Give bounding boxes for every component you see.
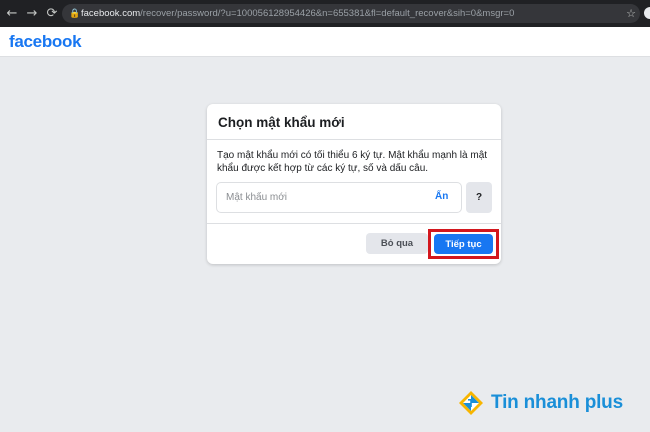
browser-toolbar: ← → ⟳ 🔒 facebook.com/recover/password/?u… bbox=[0, 0, 650, 27]
dialog-footer: Bỏ qua Tiếp tục bbox=[207, 223, 501, 264]
help-button[interactable]: ? bbox=[466, 182, 492, 213]
facebook-header: facebook bbox=[0, 27, 650, 57]
profile-avatar-icon[interactable] bbox=[644, 7, 650, 19]
url-path: /recover/password/?u=100056128954426&n=6… bbox=[140, 8, 515, 19]
continue-button[interactable]: Tiếp tục bbox=[434, 234, 493, 254]
new-password-input[interactable] bbox=[216, 182, 462, 213]
watermark-logo-icon bbox=[459, 391, 483, 415]
highlight-box: Tiếp tục bbox=[428, 229, 499, 259]
watermark: Tin nhanh plus bbox=[457, 388, 623, 418]
reload-icon[interactable]: ⟳ bbox=[42, 0, 62, 27]
forward-arrow-icon[interactable]: → bbox=[22, 0, 42, 27]
url-text[interactable]: facebook.com/recover/password/?u=1000561… bbox=[81, 8, 622, 19]
hide-password-toggle[interactable]: Ẩn bbox=[435, 191, 448, 202]
bookmark-star-icon[interactable]: ☆ bbox=[622, 7, 640, 20]
skip-button[interactable]: Bỏ qua bbox=[366, 233, 428, 254]
new-password-dialog: Chọn mật khẩu mới Tạo mật khẩu mới có tố… bbox=[207, 104, 501, 264]
lock-icon: 🔒 bbox=[69, 8, 81, 19]
dialog-title: Chọn mật khẩu mới bbox=[207, 104, 501, 140]
dialog-description: Tạo mật khẩu mới có tối thiểu 6 ký tự. M… bbox=[217, 150, 488, 174]
watermark-text: Tin nhanh plus bbox=[491, 392, 623, 413]
password-row: Ẩn ? bbox=[216, 182, 492, 213]
url-host: facebook.com bbox=[81, 8, 141, 19]
back-arrow-icon[interactable]: ← bbox=[2, 0, 22, 27]
facebook-logo[interactable]: facebook bbox=[9, 32, 82, 52]
address-bar[interactable]: 🔒 facebook.com/recover/password/?u=10005… bbox=[62, 4, 640, 23]
